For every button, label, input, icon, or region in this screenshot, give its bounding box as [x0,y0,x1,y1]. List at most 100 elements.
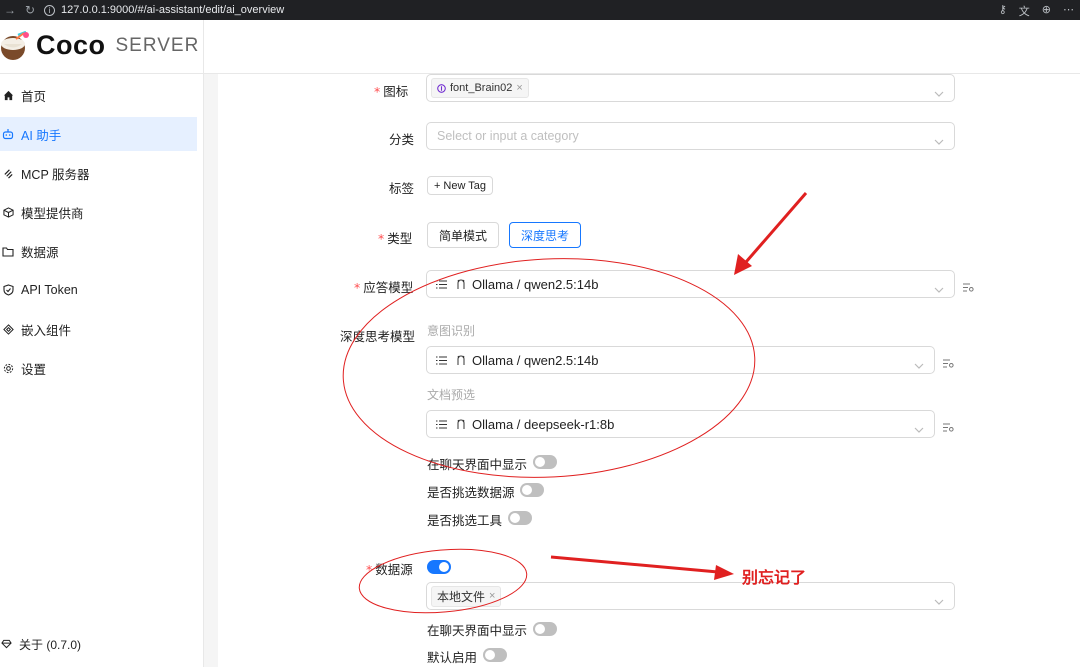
datasource-switch[interactable] [427,560,451,574]
address-bar[interactable]: i 127.0.0.1:9000/#/ai-assistant/edit/ai_… [44,4,284,16]
chevron-down-icon [934,280,944,298]
doc-model-select[interactable]: Ollama / deepseek-r1:8b [426,410,935,438]
datasource-select[interactable]: 本地文件 × [426,582,955,610]
home-icon [2,89,14,101]
datasource-field-label: * 数据源 [366,562,413,577]
datasource-tag: 本地文件 × [431,585,502,607]
diamond-icon [0,638,12,650]
sidebar-item-label: AI 助手 [21,128,62,143]
model-provider-icon [2,206,14,218]
robot-icon [2,128,14,140]
chevron-down-icon [934,132,944,150]
app-header: Coco SERVER [0,20,1080,74]
icon-tag: font_Brain02 × [431,78,529,98]
mcp-icon [2,167,14,179]
intent-model-value: Ollama / qwen2.5:14b [472,352,599,368]
chevron-down-icon [914,420,924,438]
pick-datasource-label: 是否挑选数据源 [427,486,515,500]
about-version[interactable]: 关于 (0.7.0) [0,629,204,659]
deep-model-label: 深度思考模型 [340,330,416,344]
pick-tools-label: 是否挑选工具 [427,514,503,528]
model-settings-icon[interactable] [963,279,974,297]
gear-icon [2,362,14,374]
sidebar-item-model-provider[interactable]: 模型提供商 [0,195,197,229]
assistant-edit-form: * 图标 font_Brain02 × 分类 Select or input a … [218,74,1080,667]
answer-model-value: Ollama / qwen2.5:14b [472,276,599,292]
zoom-icon[interactable]: ⊕ [1042,3,1051,19]
category-field-label: 分类 [389,133,415,147]
pick-datasource-switch[interactable] [520,483,544,497]
folder-icon [2,245,14,257]
sidebar-item-label: 设置 [21,362,47,377]
doc-model-value: Ollama / deepseek-r1:8b [472,416,615,432]
token-icon [2,284,14,296]
answer-model-label: * 应答模型 [354,280,414,295]
header-divider [203,20,204,74]
ds-show-in-chat-switch[interactable] [533,622,557,636]
remove-tag-icon[interactable]: × [489,590,495,602]
intent-label: 意图识别 [427,324,476,338]
category-placeholder: Select or input a category [437,129,579,143]
default-enabled-label: 默认启用 [427,651,478,665]
remove-tag-icon[interactable]: × [516,82,522,94]
sidebar-item-home[interactable]: 首页 [0,78,197,112]
sidebar-item-mcp[interactable]: MCP 服务器 [0,156,197,190]
icon-field-label: * 图标 [374,84,409,99]
sidebar-item-label: API Token [21,283,78,297]
sidebar-item-api-token[interactable]: API Token [0,273,197,307]
coconut-logo-icon [0,30,30,61]
sidebar-item-label: 首页 [21,89,47,104]
ollama-icon [456,418,466,430]
forward-icon[interactable]: → [0,3,20,17]
site-info-icon[interactable]: i [44,4,55,16]
chevron-down-icon [934,592,944,610]
app-subtitle: SERVER [115,34,200,56]
pick-tools-switch[interactable] [508,511,532,525]
key-icon[interactable]: ⚷ [999,3,1007,19]
about-label: 关于 (0.7.0) [19,637,82,652]
simple-mode-button[interactable]: 简单模式 [427,222,499,248]
type-field-label: * 类型 [378,231,413,246]
default-enabled-switch[interactable] [483,648,507,662]
sidebar-item-ai-assistant[interactable]: AI 助手 [0,117,197,151]
browser-actions: ⚷ 文 ⊕ ⋯ [999,3,1074,19]
list-icon [436,419,447,429]
browser-toolbar: → ↻ i 127.0.0.1:9000/#/ai-assistant/edit… [0,0,1080,20]
ollama-icon [456,354,466,366]
model-settings-icon[interactable] [943,355,954,373]
answer-model-select[interactable]: Ollama / qwen2.5:14b [426,270,955,298]
sidebar-item-label: 嵌入组件 [21,323,72,338]
sidebar-item-settings[interactable]: 设置 [0,351,197,385]
app-title: Coco [36,30,106,60]
ollama-icon [456,278,466,290]
logo[interactable]: Coco SERVER [0,30,199,61]
more-icon[interactable]: ⋯ [1063,3,1074,19]
embed-icon [2,323,14,335]
sidebar: 首页 AI 助手 MCP 服务器 模型提供商 数据源 API Token 嵌入组… [0,74,204,667]
icon-select[interactable]: font_Brain02 × [426,74,955,102]
sidebar-item-label: 数据源 [21,245,59,260]
ds-show-in-chat-label: 在聊天界面中显示 [427,624,528,638]
show-in-chat-switch[interactable] [533,455,557,469]
translate-icon[interactable]: 文 [1019,3,1030,19]
tags-field-label: 标签 [389,182,415,196]
sidebar-item-label: 模型提供商 [21,206,84,221]
chevron-down-icon [934,84,944,102]
show-in-chat-label: 在聊天界面中显示 [427,458,528,472]
reload-icon[interactable]: ↻ [20,3,40,17]
brain-icon [437,83,446,93]
new-tag-button[interactable]: + New Tag [427,176,493,195]
deep-thinking-button[interactable]: 深度思考 [509,222,581,248]
intent-model-select[interactable]: Ollama / qwen2.5:14b [426,346,935,374]
sidebar-item-label: MCP 服务器 [21,167,90,182]
sidebar-item-datasource[interactable]: 数据源 [0,234,197,268]
sidebar-item-embed[interactable]: 嵌入组件 [0,312,197,346]
list-icon [436,355,447,365]
category-select[interactable]: Select or input a category [426,122,955,150]
list-icon [436,279,447,289]
chevron-down-icon [914,356,924,374]
annotation-note: 别忘记了 [742,570,807,587]
url-text: 127.0.0.1:9000/#/ai-assistant/edit/ai_ov… [61,4,285,16]
model-settings-icon[interactable] [943,419,954,437]
doc-preselect-label: 文档预选 [427,388,476,402]
